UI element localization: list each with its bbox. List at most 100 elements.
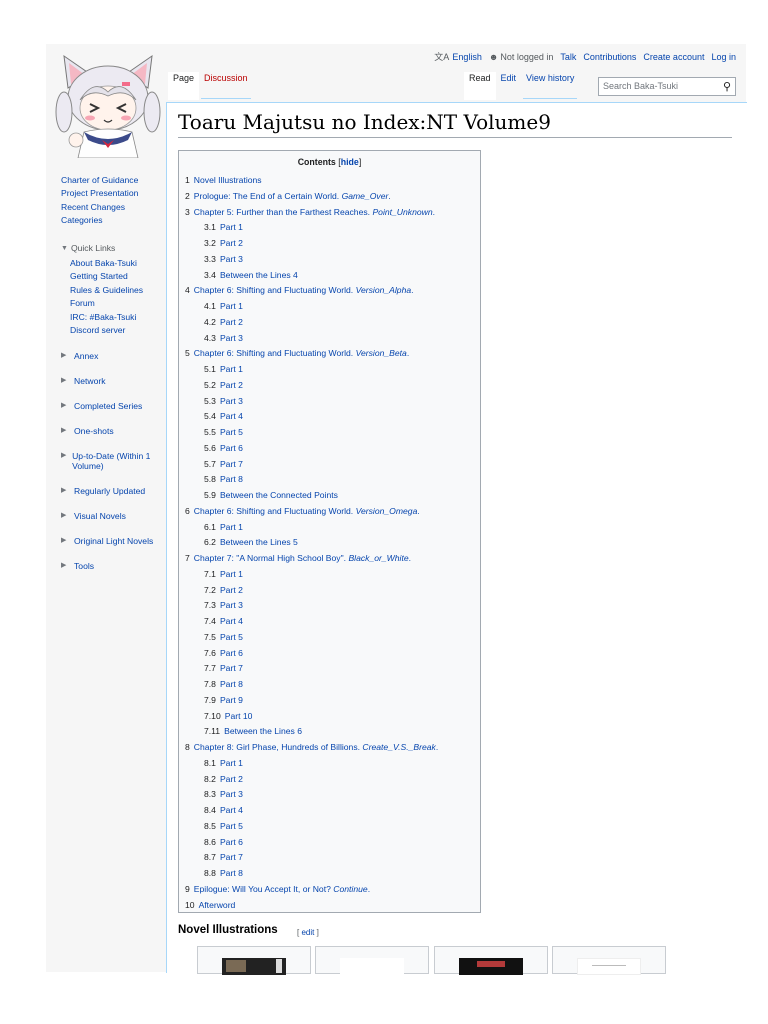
toc-item-link[interactable]: Novel Illustrations [194, 175, 262, 185]
toc-item[interactable]: 7.6 Part 6 [204, 648, 243, 658]
toc-item-link[interactable]: Chapter 8: Girl Phase, Hundreds of Billi… [194, 742, 438, 752]
toc-item-link[interactable]: Part 1 [220, 301, 243, 311]
toc-item-link[interactable]: Part 2 [220, 380, 243, 390]
toc-item-link[interactable]: Part 1 [220, 222, 243, 232]
toc-item-link[interactable]: Part 7 [220, 663, 243, 673]
toc-item-link[interactable]: Part 3 [220, 254, 243, 264]
toc-item-link[interactable]: Part 2 [220, 317, 243, 327]
sidebar-group-regularly-updated[interactable]: ▶ Regularly Updated [61, 486, 163, 496]
toc-item-link[interactable]: Part 1 [220, 758, 243, 768]
tab-edit[interactable]: Edit [496, 72, 522, 100]
section-edit-link[interactable]: edit [301, 928, 314, 937]
quick-links-toggle[interactable]: ▼ Quick Links [61, 242, 163, 255]
toc-item-link[interactable]: Part 6 [220, 837, 243, 847]
sidebar-group-tools[interactable]: ▶ Tools [61, 561, 163, 571]
toc-item-link[interactable]: Part 7 [220, 852, 243, 862]
toc-item-link[interactable]: Chapter 7: "A Normal High School Boy". B… [194, 553, 411, 563]
toc-item[interactable]: 8.3 Part 3 [204, 789, 243, 799]
tab-view-history[interactable]: View history [521, 72, 579, 100]
toc-item-link[interactable]: Epilogue: Will You Accept It, or Not? Co… [194, 884, 370, 894]
toc-item[interactable]: 5.4 Part 4 [204, 411, 243, 421]
toc-item-link[interactable]: Afterword [199, 900, 236, 910]
toc-item-link[interactable]: Part 7 [220, 459, 243, 469]
quick-link-irc[interactable]: IRC: #Baka-Tsuki [70, 311, 163, 324]
toc-item[interactable]: 7.1 Part 1 [204, 569, 243, 579]
toc-item-link[interactable]: Part 1 [220, 522, 243, 532]
toc-item[interactable]: 8.5 Part 5 [204, 821, 243, 831]
toc-item-link[interactable]: Part 6 [220, 648, 243, 658]
toc-item-link[interactable]: Between the Connected Points [220, 490, 338, 500]
sidebar-group-annex[interactable]: ▶ Annex [61, 351, 163, 361]
language-link[interactable]: English [452, 52, 482, 62]
toc-item-link[interactable]: Part 8 [220, 679, 243, 689]
toc-item[interactable]: 8.8 Part 8 [204, 868, 243, 878]
sidebar-group-up-to-date[interactable]: ▶ Up-to-Date (Within 1 Volume) [61, 451, 163, 471]
toc-item[interactable]: 5.9 Between the Connected Points [204, 490, 338, 500]
toc-item[interactable]: 4.1 Part 1 [204, 301, 243, 311]
toc-item[interactable]: 8.1 Part 1 [204, 758, 243, 768]
toc-item[interactable]: 2 Prologue: The End of a Certain World. G… [185, 191, 391, 201]
toc-item[interactable]: 3.4 Between the Lines 4 [204, 270, 298, 280]
toc-item-link[interactable]: Chapter 6: Shifting and Fluctuating Worl… [194, 348, 409, 358]
tab-read[interactable]: Read [464, 72, 496, 100]
toc-item-link[interactable]: Part 3 [220, 600, 243, 610]
search-icon[interactable]: ⚲ [723, 80, 731, 93]
toc-item[interactable]: 8 Chapter 8: Girl Phase, Hundreds of Bill… [185, 742, 438, 752]
toc-item-link[interactable]: Prologue: The End of a Certain World. Ga… [194, 191, 391, 201]
sidebar-item-charter[interactable]: Charter of Guidance [61, 174, 163, 187]
toc-item-link[interactable]: Part 5 [220, 632, 243, 642]
toc-item[interactable]: 5.6 Part 6 [204, 443, 243, 453]
sidebar-group-original-light-novels[interactable]: ▶ Original Light Novels [61, 536, 163, 546]
site-logo[interactable] [54, 48, 162, 159]
toc-item-link[interactable]: Part 2 [220, 238, 243, 248]
toc-item[interactable]: 9 Epilogue: Will You Accept It, or Not? C… [185, 884, 370, 894]
toc-item-link[interactable]: Part 5 [220, 821, 243, 831]
toc-item[interactable]: 5.1 Part 1 [204, 364, 243, 374]
sidebar-item-recent-changes[interactable]: Recent Changes [61, 201, 163, 214]
sidebar-group-completed-series[interactable]: ▶ Completed Series [61, 401, 163, 411]
toc-item[interactable]: 8.6 Part 6 [204, 837, 243, 847]
sidebar-group-visual-novels[interactable]: ▶ Visual Novels [61, 511, 163, 521]
toc-item[interactable]: 6 Chapter 6: Shifting and Fluctuating Wor… [185, 506, 420, 516]
contributions-link[interactable]: Contributions [583, 52, 636, 62]
quick-link-about[interactable]: About Baka-Tsuki [70, 257, 163, 270]
toc-item[interactable]: 8.4 Part 4 [204, 805, 243, 815]
toc-item[interactable]: 7.3 Part 3 [204, 600, 243, 610]
toc-item[interactable]: 5.7 Part 7 [204, 459, 243, 469]
sidebar-group-one-shots[interactable]: ▶ One-shots [61, 426, 163, 436]
quick-link-discord[interactable]: Discord server [70, 324, 163, 337]
create-account-link[interactable]: Create account [643, 52, 704, 62]
toc-item[interactable]: 3.3 Part 3 [204, 254, 243, 264]
search-input[interactable]: Search Baka-Tsuki ⚲ [598, 77, 736, 96]
toc-item-link[interactable]: Part 6 [220, 443, 243, 453]
toc-item-link[interactable]: Part 2 [220, 774, 243, 784]
quick-link-forum[interactable]: Forum [70, 297, 163, 310]
toc-item[interactable]: 3.2 Part 2 [204, 238, 243, 248]
tab-discussion[interactable]: Discussion [199, 72, 253, 100]
language-icon[interactable]: 文A [434, 50, 449, 63]
toc-item[interactable]: 7.11 Between the Lines 6 [204, 726, 302, 736]
toc-item[interactable]: 7.10 Part 10 [204, 711, 252, 721]
toc-item-link[interactable]: Part 10 [225, 711, 253, 721]
toc-item-link[interactable]: Part 2 [220, 585, 243, 595]
gallery-thumbnail[interactable] [434, 946, 548, 975]
toc-item-link[interactable]: Part 3 [220, 789, 243, 799]
toc-item[interactable]: 5.5 Part 5 [204, 427, 243, 437]
quick-link-rules[interactable]: Rules & Guidelines [70, 284, 163, 297]
toc-item[interactable]: 5 Chapter 6: Shifting and Fluctuating Wor… [185, 348, 409, 358]
toc-item[interactable]: 1 Novel Illustrations [185, 175, 262, 185]
toc-item[interactable]: 10 Afterword [185, 900, 235, 910]
sidebar-item-project-presentation[interactable]: Project Presentation [61, 187, 163, 200]
talk-link[interactable]: Talk [560, 52, 576, 62]
toc-item[interactable]: 4 Chapter 6: Shifting and Fluctuating Wor… [185, 285, 414, 295]
toc-item[interactable]: 5.2 Part 2 [204, 380, 243, 390]
toc-item[interactable]: 7.8 Part 8 [204, 679, 243, 689]
toc-item[interactable]: 7.7 Part 7 [204, 663, 243, 673]
toc-item[interactable]: 7.5 Part 5 [204, 632, 243, 642]
toc-item[interactable]: 4.3 Part 3 [204, 333, 243, 343]
quick-link-getting-started[interactable]: Getting Started [70, 270, 163, 283]
toc-item[interactable]: 5.3 Part 3 [204, 396, 243, 406]
toc-item-link[interactable]: Part 3 [220, 333, 243, 343]
toc-item-link[interactable]: Part 8 [220, 868, 243, 878]
toc-item-link[interactable]: Part 4 [220, 805, 243, 815]
